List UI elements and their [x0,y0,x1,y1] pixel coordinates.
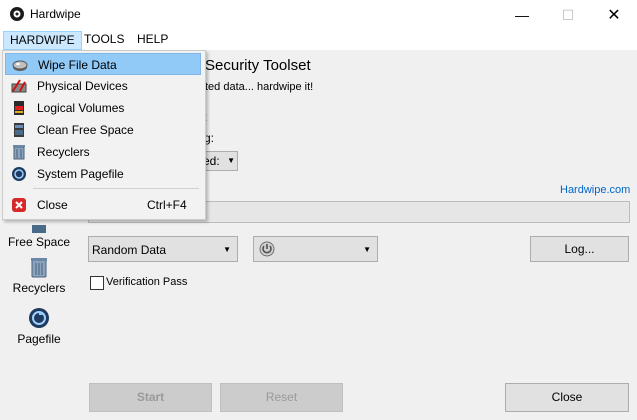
chevron-down-icon: ▼ [223,245,231,254]
physical-devices-icon [11,79,27,93]
chevron-down-icon: ▼ [227,156,235,165]
hardwipe-link[interactable]: Hardwipe.com [560,184,630,196]
sidebar-item-free-space[interactable]: Free Space [0,225,78,249]
sidebar-item-label: Free Space [7,235,71,249]
hardwipe-dropdown-menu: Wipe File Data Physical Devices Logical … [2,50,206,220]
clean-free-space-icon [14,123,24,137]
tagline: ted data... hardwipe it! [205,81,314,93]
power-option-select[interactable]: ▼ [253,236,378,262]
sidebar-item-recyclers[interactable]: Recyclers [0,255,78,295]
menu-item-shortcut: Ctrl+F4 [147,198,187,212]
menu-item-label: Logical Volumes [37,101,125,115]
menu-item-close[interactable]: Close Ctrl+F4 [5,194,201,216]
verification-checkbox[interactable] [90,276,104,290]
title-bar: Hardwipe — ☐ ✕ [0,0,637,30]
menu-bar: HARDWIPE TOOLS HELP [0,30,637,50]
verification-label: Verification Pass [106,276,188,288]
log-button[interactable]: Log... [530,236,629,262]
menu-item-wipe-file-data[interactable]: Wipe File Data [5,53,201,75]
wipe-method-select[interactable]: Random Data ▼ [88,236,238,262]
menu-item-recyclers[interactable]: Recyclers [5,141,201,163]
hardwipe-app-icon [10,7,24,21]
close-window-button[interactable]: ✕ [591,0,637,30]
reset-button[interactable]: Reset [220,383,343,412]
menu-hardwipe[interactable]: HARDWIPE [3,31,82,50]
window-title: Hardwipe [30,7,81,21]
maximize-button[interactable]: ☐ [545,0,591,30]
close-button[interactable]: Close [505,383,629,412]
menu-item-label: Close [37,198,68,212]
close-icon [12,198,26,212]
menu-item-label: Wipe File Data [38,58,117,72]
power-icon [259,241,275,257]
menu-item-system-pagefile[interactable]: System Pagefile [5,163,201,185]
menu-item-physical-devices[interactable]: Physical Devices [5,75,201,97]
start-button[interactable]: Start [89,383,212,412]
menu-help[interactable]: HELP [131,30,174,49]
sidebar-item-label: Recyclers [12,281,66,295]
wipe-file-icon [12,60,28,71]
chevron-down-icon: ▼ [363,245,371,254]
sidebar-item-label: Pagefile [17,332,61,346]
pagefile-icon [29,308,49,328]
recycler-icon [13,145,25,160]
recycler-icon [31,258,47,278]
menu-tools[interactable]: TOOLS [78,30,130,49]
pagefile-icon [12,167,26,181]
minimize-button[interactable]: — [499,0,545,30]
menu-item-label: Clean Free Space [37,123,134,137]
wipe-method-value: Random Data [92,243,167,257]
menu-item-label: Physical Devices [37,79,128,93]
menu-item-logical-volumes[interactable]: Logical Volumes [5,97,201,119]
free-space-icon [32,225,46,233]
sidebar-item-pagefile[interactable]: Pagefile [0,306,78,346]
menu-separator [33,188,199,189]
menu-item-label: System Pagefile [37,167,124,181]
page-heading: Security Toolset [205,57,311,74]
menu-item-label: Recyclers [37,145,90,159]
logical-volumes-icon [14,101,24,115]
menu-item-clean-free-space[interactable]: Clean Free Space [5,119,201,141]
